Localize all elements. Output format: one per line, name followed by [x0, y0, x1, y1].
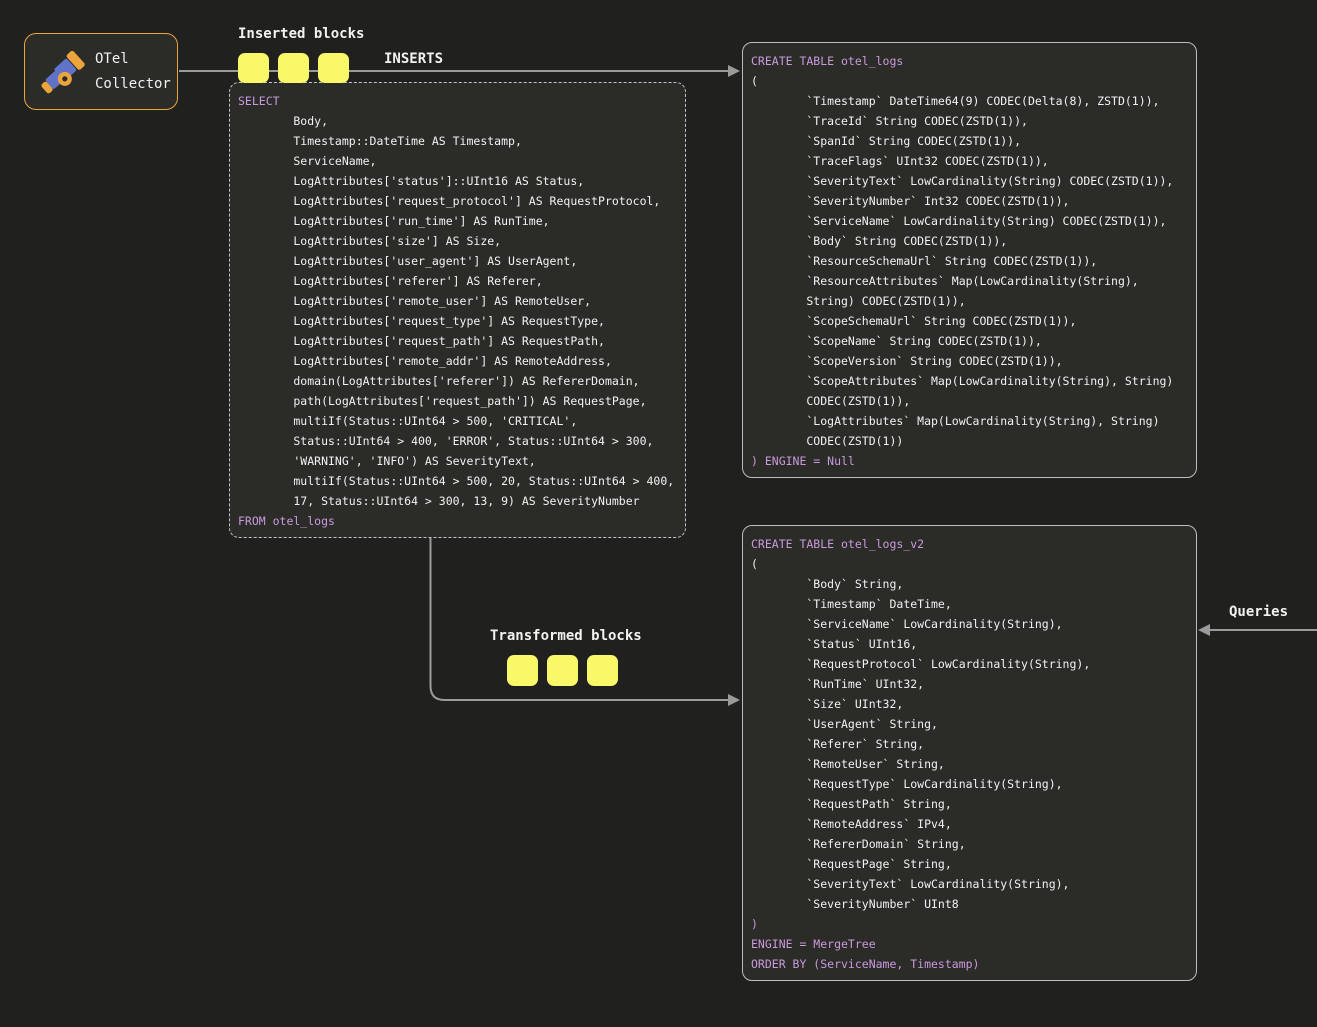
- code-line: LogAttributes['remote_addr'] AS RemoteAd…: [238, 351, 677, 371]
- code-line: `RunTime` UInt32,: [751, 674, 1188, 694]
- code-line: CODEC(ZSTD(1)): [751, 431, 1188, 451]
- code-line: multiIf(Status::UInt64 > 500, 20, Status…: [238, 471, 677, 491]
- code-line: ORDER BY (ServiceName, Timestamp): [751, 954, 1188, 974]
- code-line: `SeverityNumber` Int32 CODEC(ZSTD(1)),: [751, 191, 1188, 211]
- otel-collector-title-line2: Collector: [95, 72, 171, 97]
- code-line: 17, Status::UInt64 > 300, 13, 9) AS Seve…: [238, 491, 677, 511]
- code-line: `LogAttributes` Map(LowCardinality(Strin…: [751, 411, 1188, 431]
- diagram-canvas: OTel Collector Inserted blocks INSERTS T…: [0, 0, 1317, 1027]
- code-line: LogAttributes['run_time'] AS RunTime,: [238, 211, 677, 231]
- code-line: `RefererDomain` String,: [751, 834, 1188, 854]
- code-line: `UserAgent` String,: [751, 714, 1188, 734]
- code-line: LogAttributes['size'] AS Size,: [238, 231, 677, 251]
- otel-collector-node: OTel Collector: [24, 33, 178, 110]
- code-line: `ServiceName` LowCardinality(String),: [751, 614, 1188, 634]
- code-line: (: [751, 71, 1188, 91]
- code-line: LogAttributes['request_protocol'] AS Req…: [238, 191, 677, 211]
- code-line: 'WARNING', 'INFO') AS SeverityText,: [238, 451, 677, 471]
- code-line: Timestamp::DateTime AS Timestamp,: [238, 131, 677, 151]
- code-line: `SeverityNumber` UInt8: [751, 894, 1188, 914]
- code-line: LogAttributes['user_agent'] AS UserAgent…: [238, 251, 677, 271]
- inserted-block: [318, 53, 349, 83]
- code-line: LogAttributes['referer'] AS Referer,: [238, 271, 677, 291]
- code-line: `TraceId` String CODEC(ZSTD(1)),: [751, 111, 1188, 131]
- inserted-block: [238, 53, 269, 83]
- code-line: Status::UInt64 > 400, 'ERROR', Status::U…: [238, 431, 677, 451]
- code-line: LogAttributes['request_type'] AS Request…: [238, 311, 677, 331]
- code-line: CREATE TABLE otel_logs: [751, 51, 1188, 71]
- otel-collector-title-line1: OTel: [95, 47, 171, 72]
- code-line: Body,: [238, 111, 677, 131]
- code-line: FROM otel_logs: [238, 511, 677, 531]
- select-query-box: SELECT Body, Timestamp::DateTime AS Time…: [229, 82, 686, 538]
- code-line: (: [751, 554, 1188, 574]
- code-line: multiIf(Status::UInt64 > 500, 'CRITICAL'…: [238, 411, 677, 431]
- queries-label: Queries: [1229, 604, 1288, 620]
- code-line: `RemoteUser` String,: [751, 754, 1188, 774]
- code-line: `Body` String CODEC(ZSTD(1)),: [751, 231, 1188, 251]
- inserts-label: INSERTS: [384, 51, 443, 67]
- code-line: LogAttributes['status']::UInt16 AS Statu…: [238, 171, 677, 191]
- code-line: `RequestProtocol` LowCardinality(String)…: [751, 654, 1188, 674]
- otel-logs-table-box: CREATE TABLE otel_logs( `Timestamp` Date…: [742, 42, 1197, 478]
- code-line: SELECT: [238, 91, 677, 111]
- code-line: CODEC(ZSTD(1)),: [751, 391, 1188, 411]
- code-line: `Timestamp` DateTime64(9) CODEC(Delta(8)…: [751, 91, 1188, 111]
- code-line: `Body` String,: [751, 574, 1188, 594]
- code-line: path(LogAttributes['request_path']) AS R…: [238, 391, 677, 411]
- queries-arrowhead-icon: [1198, 624, 1210, 636]
- code-line: ServiceName,: [238, 151, 677, 171]
- code-line: `Size` UInt32,: [751, 694, 1188, 714]
- code-line: `ServiceName` LowCardinality(String) COD…: [751, 211, 1188, 231]
- code-line: `TraceFlags` UInt32 CODEC(ZSTD(1)),: [751, 151, 1188, 171]
- code-line: `RequestPath` String,: [751, 794, 1188, 814]
- code-line: `RemoteAddress` IPv4,: [751, 814, 1188, 834]
- code-line: `ScopeName` String CODEC(ZSTD(1)),: [751, 331, 1188, 351]
- transformed-blocks-label: Transformed blocks: [490, 628, 642, 644]
- code-line: `SeverityText` LowCardinality(String),: [751, 874, 1188, 894]
- transform-arrowhead-icon: [728, 694, 740, 706]
- code-line: `RequestPage` String,: [751, 854, 1188, 874]
- code-line: ) ENGINE = Null: [751, 451, 1188, 471]
- inserts-arrowhead-icon: [728, 65, 740, 77]
- code-line: `Referer` String,: [751, 734, 1188, 754]
- transformed-block: [547, 655, 578, 686]
- code-line: `ScopeVersion` String CODEC(ZSTD(1)),: [751, 351, 1188, 371]
- code-line: `SpanId` String CODEC(ZSTD(1)),: [751, 131, 1188, 151]
- code-line: CREATE TABLE otel_logs_v2: [751, 534, 1188, 554]
- code-line: ): [751, 914, 1188, 934]
- transformed-block: [587, 655, 618, 686]
- transform-arrow-line: [431, 538, 729, 700]
- transformed-block: [507, 655, 538, 686]
- code-line: `Timestamp` DateTime,: [751, 594, 1188, 614]
- code-line: `RequestType` LowCardinality(String),: [751, 774, 1188, 794]
- code-line: `ResourceAttributes` Map(LowCardinality(…: [751, 271, 1188, 291]
- code-line: `SeverityText` LowCardinality(String) CO…: [751, 171, 1188, 191]
- otel-logs-v2-table-box: CREATE TABLE otel_logs_v2( `Body` String…: [742, 525, 1197, 981]
- code-line: domain(LogAttributes['referer']) AS Refe…: [238, 371, 677, 391]
- code-line: ENGINE = MergeTree: [751, 934, 1188, 954]
- code-line: `Status` UInt16,: [751, 634, 1188, 654]
- code-line: `ScopeAttributes` Map(LowCardinality(Str…: [751, 371, 1188, 391]
- code-line: LogAttributes['request_path'] AS Request…: [238, 331, 677, 351]
- inserted-blocks-label: Inserted blocks: [238, 26, 364, 42]
- telescope-icon: [36, 47, 88, 97]
- code-line: String) CODEC(ZSTD(1)),: [751, 291, 1188, 311]
- code-line: `ScopeSchemaUrl` String CODEC(ZSTD(1)),: [751, 311, 1188, 331]
- code-line: LogAttributes['remote_user'] AS RemoteUs…: [238, 291, 677, 311]
- code-line: `ResourceSchemaUrl` String CODEC(ZSTD(1)…: [751, 251, 1188, 271]
- inserted-block: [278, 53, 309, 83]
- otel-collector-title: OTel Collector: [95, 47, 171, 97]
